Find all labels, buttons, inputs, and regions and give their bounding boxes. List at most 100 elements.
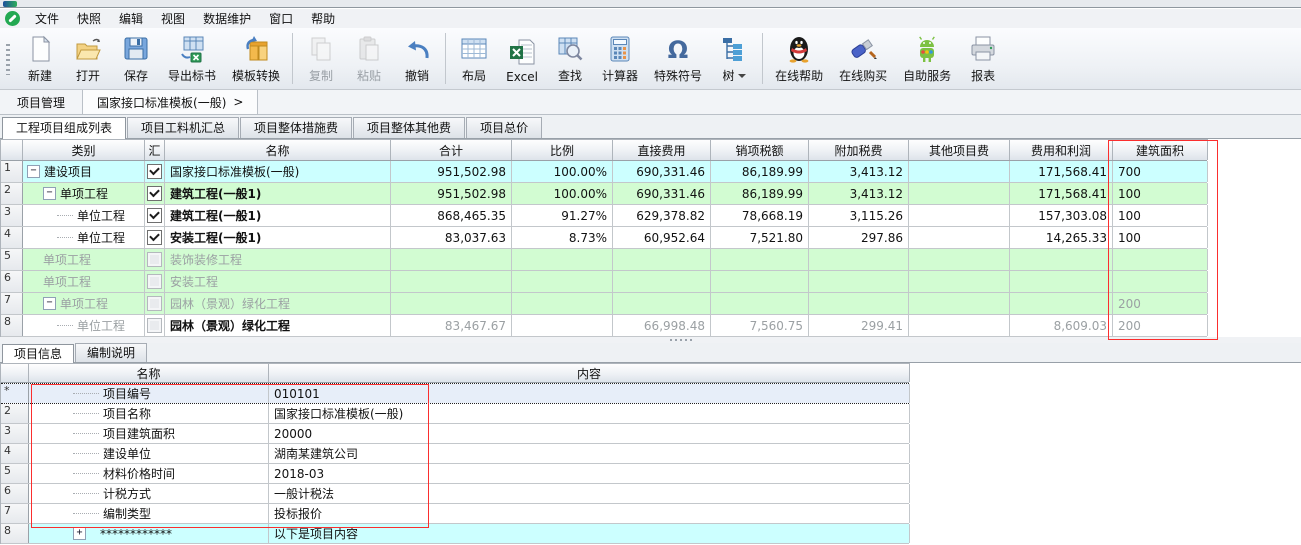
cell-value[interactable]: 100.00% [512,183,613,204]
cell-property-name[interactable]: 材料价格时间 [29,464,269,483]
cell-category[interactable]: 单位工程 [23,227,145,248]
cell-value[interactable]: 66,998.48 [613,315,711,336]
row-number[interactable]: 6 [1,271,23,292]
column-header-比例[interactable]: 比例 [512,139,613,160]
cell-checkbox[interactable] [145,227,165,248]
cell-property-name[interactable]: 项目编号 [29,384,269,403]
cell-value[interactable] [809,271,909,292]
toolbar-grip[interactable] [6,44,10,75]
cell-value[interactable]: 60,952.64 [613,227,711,248]
toolbar-button-模板转换[interactable]: 模板转换 [224,28,288,89]
table-row[interactable]: 4单位工程安装工程(一般1)83,037.638.73%60,952.647,5… [1,227,1207,249]
cell-checkbox[interactable] [145,293,165,314]
row-header-corner[interactable] [1,139,23,160]
info-row[interactable]: 7编制类型投标报价 [1,504,909,524]
column-header-合计[interactable]: 合计 [391,139,512,160]
cell-value[interactable] [711,271,809,292]
cell-property-value[interactable]: 20000 [269,424,910,443]
tab-项目整体其他费[interactable]: 项目整体其他费 [353,117,465,138]
info-row[interactable]: 5材料价格时间2018-03 [1,464,909,484]
toolbar-button-查找[interactable]: 查找 [546,28,594,89]
cell-category[interactable]: 单项工程 [23,249,145,270]
toolbar-button-打开[interactable]: 打开 [64,28,112,89]
cell-name[interactable]: 建筑工程(一般1) [165,183,391,204]
checkbox-icon[interactable] [147,164,162,179]
cell-property-value[interactable]: 以下是项目内容 [269,524,910,543]
cell-property-value[interactable]: 湖南某建筑公司 [269,444,910,463]
cell-value[interactable]: 200 [1113,315,1208,336]
cell-value[interactable]: 86,189.99 [711,183,809,204]
checkbox-icon[interactable] [147,274,162,289]
document-tab[interactable]: 国家接口标准模板(一般) > [83,90,258,114]
cell-category[interactable]: 单位工程 [23,205,145,226]
cell-property-name[interactable]: 编制类型 [29,504,269,523]
cell-value[interactable] [512,271,613,292]
cell-value[interactable] [1010,271,1113,292]
cell-value[interactable] [909,293,1010,314]
column-header-汇[interactable]: 汇 [145,139,165,160]
info-row[interactable]: 3项目建筑面积20000 [1,424,909,444]
cell-value[interactable]: 171,568.41 [1010,161,1113,182]
cell-value[interactable] [909,249,1010,270]
checkbox-icon[interactable] [147,230,162,245]
cell-value[interactable]: 100 [1113,183,1208,204]
checkbox-icon[interactable] [147,318,162,333]
table-row[interactable]: 1−建设项目国家接口标准模板(一般)951,502.98100.00%690,3… [1,161,1207,183]
row-number[interactable]: 4 [1,227,23,248]
cell-property-name[interactable]: +************ [29,524,269,543]
row-number[interactable]: 4 [1,444,29,463]
cell-checkbox[interactable] [145,161,165,182]
row-number[interactable]: 1 [1,161,23,182]
cell-value[interactable]: 3,413.12 [809,183,909,204]
cell-value[interactable]: 3,413.12 [809,161,909,182]
cell-checkbox[interactable] [145,315,165,336]
cell-value[interactable] [1010,293,1113,314]
toolbar-button-在线购买[interactable]: 在线购买 [831,28,895,89]
column-header-内容[interactable]: 内容 [269,363,910,382]
toolbar-button-在线帮助[interactable]: 在线帮助 [767,28,831,89]
toolbar-button-报表[interactable]: 报表 [959,28,1007,89]
column-header-销项税额[interactable]: 销项税额 [711,139,809,160]
toolbar-button-计算器[interactable]: 计算器 [594,28,646,89]
cell-value[interactable] [391,293,512,314]
cell-property-value[interactable]: 国家接口标准模板(一般) [269,404,910,423]
row-number[interactable]: 6 [1,484,29,503]
cell-name[interactable]: 园林（景观）绿化工程 [165,315,391,336]
cell-value[interactable] [512,315,613,336]
chevron-right-icon[interactable]: > [233,95,243,109]
cell-property-value[interactable]: 一般计税法 [269,484,910,503]
cell-value[interactable]: 100.00% [512,161,613,182]
cell-value[interactable]: 690,331.46 [613,161,711,182]
cell-value[interactable] [613,249,711,270]
info-row[interactable]: 6计税方式一般计税法 [1,484,909,504]
cell-value[interactable] [909,161,1010,182]
cell-value[interactable] [711,249,809,270]
cell-value[interactable]: 700 [1113,161,1208,182]
tab-项目工料机汇总[interactable]: 项目工料机汇总 [127,117,239,138]
cell-value[interactable]: 951,502.98 [391,161,512,182]
cell-value[interactable]: 690,331.46 [613,183,711,204]
cell-value[interactable] [909,227,1010,248]
cell-name[interactable]: 安装工程(一般1) [165,227,391,248]
cell-value[interactable] [1113,271,1208,292]
cell-value[interactable] [909,271,1010,292]
cell-value[interactable]: 951,502.98 [391,183,512,204]
toolbar-button-保存[interactable]: 保存 [112,28,160,89]
cell-value[interactable]: 157,303.08 [1010,205,1113,226]
menu-item-快照[interactable]: 快照 [68,8,110,29]
cell-value[interactable]: 868,465.35 [391,205,512,226]
column-header-直接费用[interactable]: 直接费用 [613,139,711,160]
column-header-名称[interactable]: 名称 [29,363,269,382]
column-header-费用和利润[interactable]: 费用和利润 [1010,139,1113,160]
row-number[interactable]: 5 [1,464,29,483]
toolbar-button-特殊符号[interactable]: Ω特殊符号 [646,28,710,89]
checkbox-icon[interactable] [147,252,162,267]
tab-编制说明[interactable]: 编制说明 [75,343,147,362]
cell-value[interactable]: 83,467.67 [391,315,512,336]
table-row[interactable]: 5单项工程装饰装修工程 [1,249,1207,271]
cell-name[interactable]: 园林（景观）绿化工程 [165,293,391,314]
cell-value[interactable]: 629,378.82 [613,205,711,226]
cell-property-value[interactable]: 010101 [269,384,910,403]
tab-项目总价[interactable]: 项目总价 [466,117,542,138]
table-row[interactable]: 8单位工程园林（景观）绿化工程83,467.6766,998.487,560.7… [1,315,1207,337]
